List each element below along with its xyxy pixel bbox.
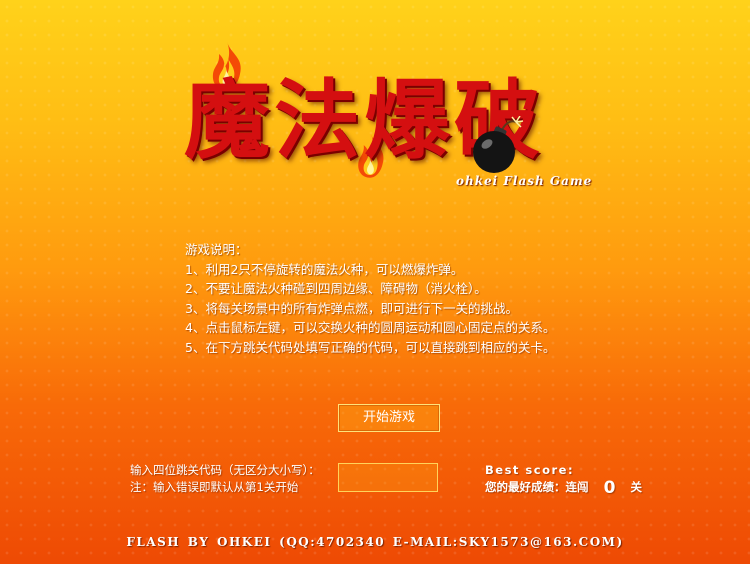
instruction-item: 5、在下方跳关代码处填写正确的代码，可以直接跳到相应的关卡。 [185, 339, 556, 355]
instruction-item: 1、利用2只不停旋转的魔法火种，可以燃爆炸弹。 [185, 261, 464, 277]
level-code-label: 输入四位跳关代码（无区分大小写）： 注：输入错误即默认从第1关开始 [130, 462, 320, 496]
game-subtitle: ohkei Flash Game [456, 174, 593, 188]
instruction-item: 3、将每关场景中的所有炸弹点燃，即可进行下一关的挑战。 [185, 300, 518, 316]
level-code-label-line1: 输入四位跳关代码（无区分大小写）： [130, 463, 320, 477]
best-score-heading: Best score: [485, 463, 575, 477]
bomb-icon [473, 116, 524, 173]
instructions: 游戏说明： 1、利用2只不停旋转的魔法火种，可以燃爆炸弹。 2、不要让魔法火种碰… [185, 240, 555, 357]
best-score-prefix: 您的最好成绩：连闯 [485, 480, 589, 494]
instruction-item: 4、点击鼠标左键，可以交换火种的圆周运动和圆心固定点的关系。 [185, 320, 556, 335]
level-code-label-line2: 注：输入错误即默认从第1关开始 [130, 480, 299, 494]
level-code-input[interactable] [338, 463, 438, 492]
instructions-heading: 游戏说明： [185, 242, 248, 257]
game-stage: 魔法爆破 ohkei Flash Game 游戏说明： 1、利用2只不停旋转的魔… [0, 0, 750, 564]
best-score-value: 0 [603, 478, 616, 498]
game-logo: 魔法爆破 ohkei Flash Game [180, 40, 600, 190]
footer-credits: FLASH BY OHKEI (QQ:4702340 E-MAIL:SKY157… [126, 535, 624, 549]
start-game-button[interactable]: 开始游戏 [338, 404, 440, 432]
instruction-item: 2、不要让魔法火种碰到四周边缘、障碍物（消火栓）。 [185, 281, 487, 296]
best-score-line: 您的最好成绩：连闯 0 关 [485, 478, 642, 498]
best-score-suffix: 关 [630, 480, 643, 494]
